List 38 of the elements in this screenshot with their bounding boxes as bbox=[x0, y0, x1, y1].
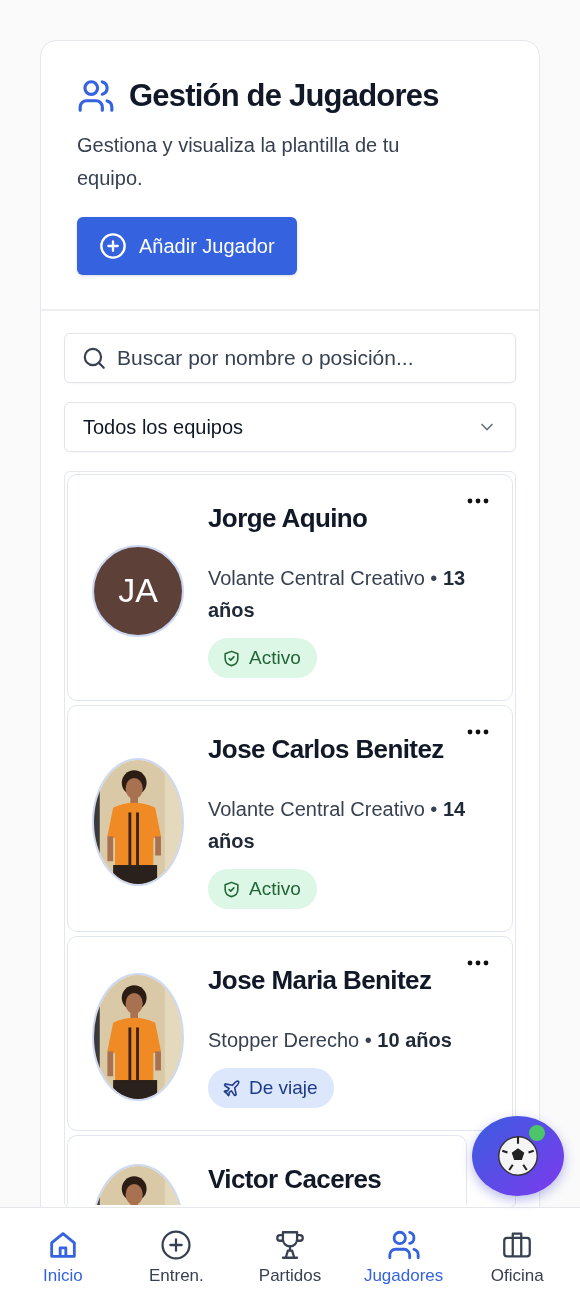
player-card[interactable]: Jose Carlos Benitez Volante Central Creativo • 14 años Activo bbox=[67, 705, 513, 932]
soccer-ball-icon bbox=[497, 1135, 539, 1177]
player-card[interactable]: JA Jorge Aquino Volante Central Creativo • 13 años Activo bbox=[67, 474, 513, 701]
shield-check-icon bbox=[222, 879, 241, 899]
plus-circle-icon bbox=[99, 232, 127, 260]
status-badge: De viaje bbox=[208, 1068, 334, 1108]
users-icon bbox=[77, 77, 115, 115]
player-card[interactable]: Jose Maria Benitez Stopper Derecho • 10 años De viaje bbox=[67, 936, 513, 1131]
page-title: Gestión de Jugadores bbox=[129, 78, 439, 114]
player-name: Victor Caceres bbox=[208, 1164, 383, 1195]
nav-tab[interactable]: Partidos bbox=[240, 1228, 340, 1286]
nav-tab[interactable]: Oficina bbox=[467, 1228, 568, 1286]
plus-circle-icon bbox=[159, 1228, 194, 1262]
more-icon[interactable] bbox=[466, 728, 490, 736]
search-icon bbox=[81, 345, 107, 371]
more-icon[interactable] bbox=[466, 959, 490, 967]
avatar: JA bbox=[92, 544, 184, 637]
status-badge: Activo bbox=[208, 869, 317, 909]
nav-tab[interactable]: Entren. bbox=[126, 1228, 227, 1286]
add-player-button[interactable]: Añadir Jugador bbox=[77, 217, 297, 275]
nav-tab[interactable]: Jugadores bbox=[353, 1228, 454, 1286]
player-name: Jose Maria Benitez bbox=[208, 965, 433, 996]
plane-icon bbox=[222, 1078, 241, 1098]
team-dropdown[interactable]: Todos los equipos bbox=[64, 402, 516, 452]
player-details: Volante Central Creativo • 14 años bbox=[208, 797, 467, 854]
status-badge: Activo bbox=[208, 638, 317, 678]
player-details: Stopper Derecho • 10 años bbox=[208, 1028, 452, 1053]
player-card[interactable]: Victor Caceres bbox=[67, 1135, 467, 1205]
player-name: Jorge Aquino bbox=[208, 503, 369, 534]
users-icon bbox=[386, 1228, 421, 1262]
shield-check-icon bbox=[222, 648, 241, 668]
player-details: Volante Central Creativo • 13 años bbox=[208, 566, 467, 623]
trophy-icon bbox=[273, 1228, 307, 1262]
nav-tab[interactable]: Inicio bbox=[12, 1228, 113, 1286]
player-name: Jose Carlos Benitez bbox=[208, 734, 445, 765]
more-icon[interactable] bbox=[466, 497, 490, 505]
page-subtitle: Gestiona y visualiza la plantilla de tu equipo. bbox=[77, 133, 401, 191]
search-field[interactable]: Buscar por nombre o posición... bbox=[64, 333, 516, 383]
